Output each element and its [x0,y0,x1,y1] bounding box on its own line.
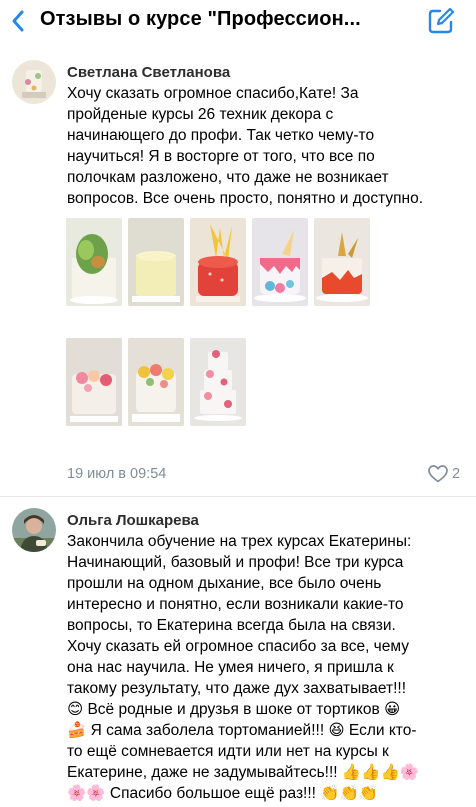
divider [0,496,476,497]
like-button[interactable]: 2 [428,465,460,483]
photo-thumbnail[interactable] [128,338,184,426]
comment-text: Хочу сказать огромное спасибо,Кате! За п… [67,85,424,207]
photo-thumbnail[interactable] [314,218,370,306]
avatar[interactable] [12,60,56,104]
compose-button[interactable] [426,6,456,36]
chevron-left-icon [12,10,24,32]
photo-thumbnail[interactable] [190,218,246,306]
photo-thumbnail[interactable] [66,218,122,306]
back-button[interactable] [6,6,30,36]
author-name[interactable]: Светлана Светланова [67,64,230,81]
comment-timestamp[interactable]: 19 июл в 09:54 [67,466,166,482]
photo-thumbnail[interactable] [128,218,184,306]
author-name[interactable]: Ольга Лошкарева [67,512,199,529]
photo-thumbnail[interactable] [190,338,246,426]
photo-thumbnail[interactable] [66,338,122,426]
photo-thumbnail[interactable] [252,218,308,306]
comment-text: Закончила обучение на трех курсах Екатер… [67,533,420,802]
like-count: 2 [452,466,461,482]
heart-icon [428,465,448,483]
top-bar: Отзывы о курсе "Профессион... [0,0,476,46]
avatar[interactable] [12,508,56,552]
edit-icon [428,7,455,34]
page-title: Отзывы о курсе "Профессион... [40,8,361,30]
